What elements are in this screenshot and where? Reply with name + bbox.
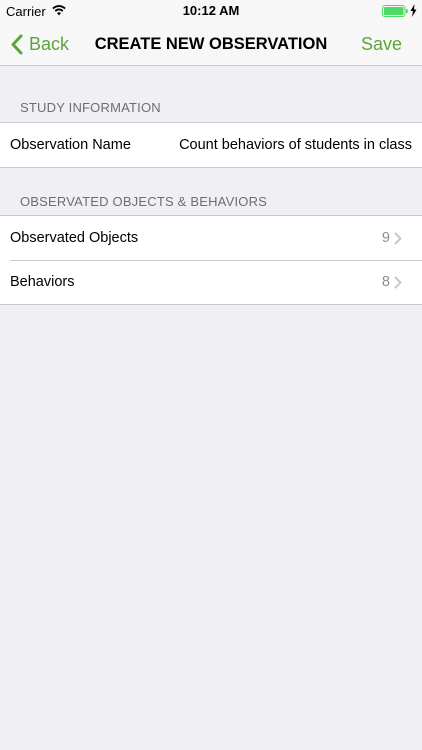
back-label: Back xyxy=(29,33,70,54)
status-bar: Carrier 10:12 AM xyxy=(0,0,422,22)
chevron-left-icon xyxy=(11,34,23,54)
observated-objects-count: 9 xyxy=(381,230,390,246)
battery-icon xyxy=(382,5,408,17)
behaviors-label: Behaviors xyxy=(10,274,75,290)
observation-name-label: Observation Name xyxy=(10,137,131,153)
behaviors-row[interactable]: Behaviors 8 xyxy=(0,260,422,304)
section-header-study-information: STUDY INFORMATION xyxy=(20,100,161,115)
save-button[interactable]: Save xyxy=(361,22,402,66)
observated-objects-label: Observated Objects xyxy=(10,230,139,246)
chevron-right-icon xyxy=(394,276,402,288)
chevron-right-icon xyxy=(394,232,402,244)
clock: 10:12 AM xyxy=(182,3,240,18)
behaviors-count: 8 xyxy=(381,274,390,290)
navigation-bar: CREATE NEW OBSERVATION Back Save xyxy=(0,22,422,66)
objects-behaviors-group: Observated Objects 9 Behaviors 8 xyxy=(0,215,422,305)
back-button[interactable]: Back xyxy=(10,22,69,66)
observation-name-field[interactable]: Count behaviors of students in class xyxy=(179,137,412,153)
section-header-objects-behaviors: OBSERVATED OBJECTS & BEHAVIORS xyxy=(20,194,268,209)
observated-objects-row[interactable]: Observated Objects 9 xyxy=(0,216,422,260)
study-information-group: Observation Name Count behaviors of stud… xyxy=(0,122,422,168)
charging-bolt-icon xyxy=(410,4,417,17)
observation-name-row[interactable]: Observation Name Count behaviors of stud… xyxy=(0,123,422,167)
